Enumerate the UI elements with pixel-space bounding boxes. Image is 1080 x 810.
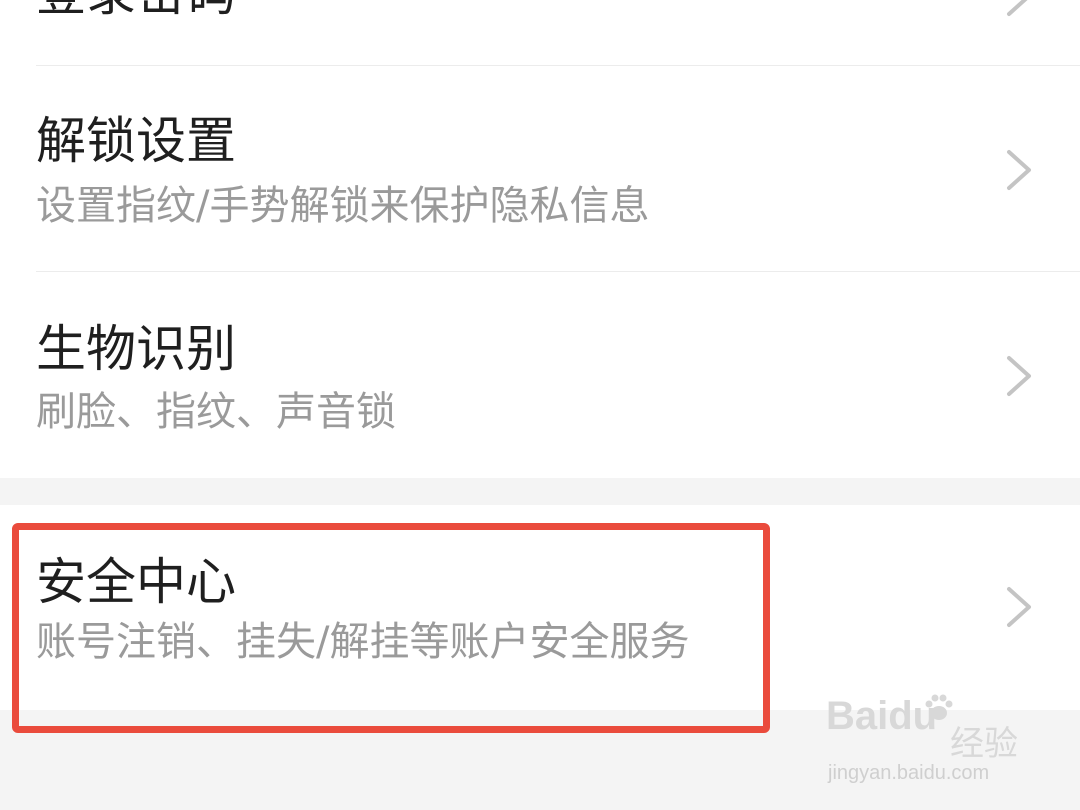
chevron-right-icon [1007, 356, 1031, 396]
settings-item-title: 生物识别 [36, 320, 236, 378]
settings-item-subtitle: 设置指纹/手势解锁来保护隐私信息 [36, 183, 650, 229]
chevron-right-icon [1007, 150, 1031, 190]
settings-item-security-center[interactable]: 安全中心 账号注销、挂失/解挂等账户安全服务 [0, 505, 1080, 710]
watermark-url: jingyan.baidu.com [828, 762, 990, 784]
settings-item-subtitle: 账号注销、挂失/解挂等账户安全服务 [36, 619, 690, 665]
chevron-right-icon [1007, 0, 1028, 16]
settings-item-subtitle: 刷脸、指纹、声音锁 [36, 389, 396, 435]
watermark-logo: Baidu [826, 694, 938, 738]
settings-item-unlock[interactable]: 解锁设置 设置指纹/手势解锁来保护隐私信息 [0, 66, 1080, 271]
chevron-right-icon [1007, 587, 1031, 627]
settings-group-1: 登录密码 解锁设置 设置指纹/手势解锁来保护隐私信息 生物识别 刷脸、指纹、声音… [0, 0, 1080, 478]
settings-item-title: 登录密码 [36, 0, 236, 18]
watermark: Baidu 经验 jingyan.baidu.com [826, 690, 1066, 790]
settings-group-2: 安全中心 账号注销、挂失/解挂等账户安全服务 [0, 505, 1080, 710]
settings-item-title: 安全中心 [36, 553, 236, 611]
settings-item-title: 解锁设置 [36, 112, 236, 170]
settings-item-biometrics[interactable]: 生物识别 刷脸、指纹、声音锁 [0, 272, 1080, 478]
settings-item-login-password[interactable]: 登录密码 [0, 0, 1080, 65]
watermark-product: 经验 [950, 724, 1018, 764]
